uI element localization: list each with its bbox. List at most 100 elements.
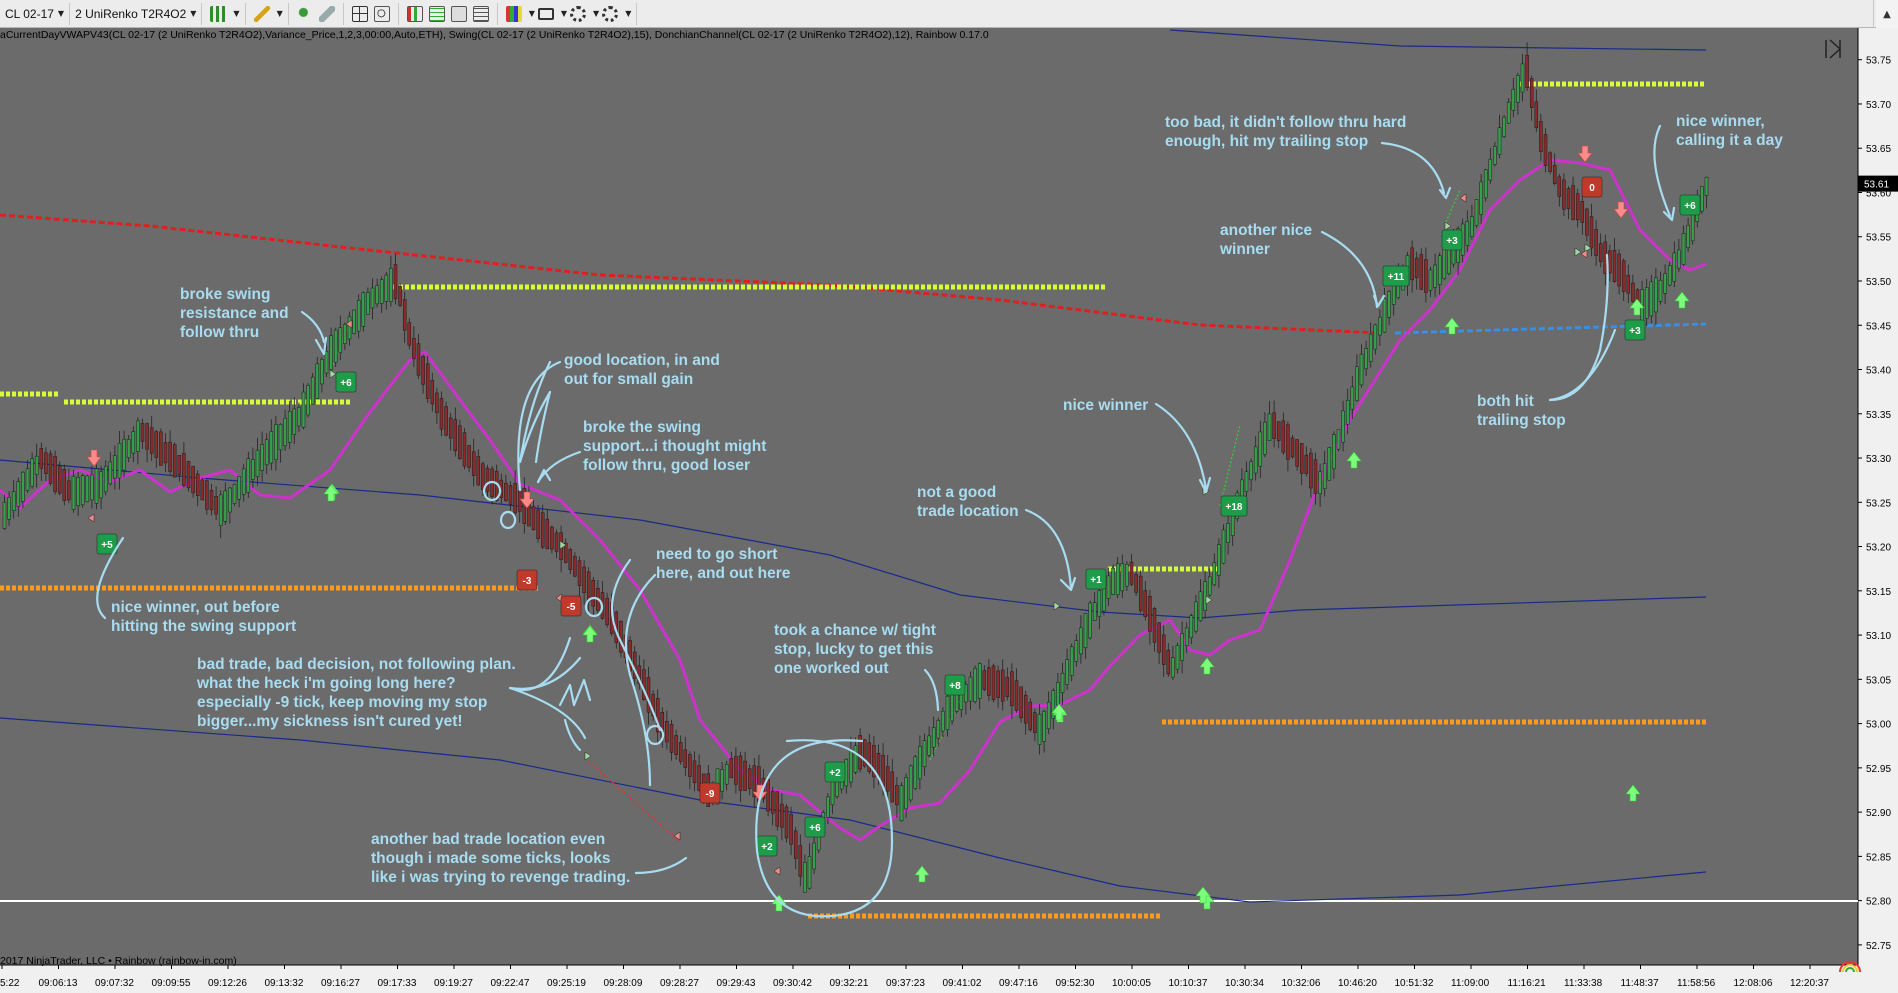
down-candle [775,791,780,827]
up-candle [347,316,352,340]
up-candle [297,407,301,427]
up-candle [1065,659,1069,685]
annotation-line: broke the swing [583,419,701,436]
up-candle [1111,567,1115,595]
down-candle [780,803,784,828]
annotation-text: nice winner [1063,397,1148,414]
down-candle [895,785,899,806]
up-candle [352,309,356,334]
annotation-line: support...i thought might [583,438,766,455]
x-tick-label: 09:06:13 [39,978,78,989]
annotation-line: resistance and [180,305,289,322]
y-tick-label: 53.35 [1866,410,1891,421]
up-candle [1364,348,1368,370]
up-candle [278,424,283,451]
x-tick-label: 09:25:19 [547,978,586,989]
down-candle [508,485,513,505]
down-candle [462,432,467,467]
x-tick-label: 11:48:37 [1621,978,1660,989]
trade-badge: -3 [516,569,538,591]
down-candle [1019,686,1023,719]
up-candle [1336,429,1341,450]
up-candle [830,780,835,806]
up-candle [1663,273,1667,294]
trade-badge-label: +6 [809,823,821,834]
down-candle [191,466,195,494]
up-candle [1382,298,1387,333]
up-candle [343,324,347,344]
y-tick-label: 53.40 [1866,366,1891,377]
up-candle [366,292,370,315]
down-candle [1571,185,1575,221]
x-tick-label: 09:30:42 [773,978,812,989]
up-candle [264,439,269,466]
price-chart[interactable]: +6 +5 -3 -5 -9 +2 +6 +2 +8 +1 +18 +11 +3 0 +3 +6 broke … [0,0,1898,993]
up-candle [136,420,140,452]
up-candle [1350,386,1355,410]
up-candle [1226,522,1230,543]
up-candle [1378,316,1382,336]
down-candle [53,456,57,492]
trade-badge: +2 [824,761,846,783]
up-candle [918,745,922,780]
up-candle [85,475,90,502]
up-candle [1318,471,1322,495]
down-candle [738,755,743,791]
down-candle [540,512,545,548]
up-candle [927,735,931,756]
down-candle [195,473,200,496]
down-candle [1138,575,1143,612]
x-tick-label: 09:09:55 [152,978,191,989]
trade-badge-label: +5 [101,540,113,551]
trade-badge: +6 [1679,194,1701,216]
trade-badge-label: +3 [1446,236,1458,247]
up-candle [1322,463,1327,489]
up-candle [117,443,122,479]
down-candle [991,665,996,701]
up-candle [1677,249,1681,269]
up-candle [1194,601,1198,632]
up-candle [274,424,278,460]
up-candle [30,458,34,487]
down-candle [987,667,991,696]
up-candle [1120,563,1125,592]
up-candle [80,475,85,506]
down-candle [425,363,430,399]
down-candle [1589,216,1594,249]
annotation-line: especially -9 tick, keep moving my stop [197,694,487,711]
up-candle [370,287,375,309]
down-candle [1157,622,1161,653]
down-candle [550,526,554,550]
up-candle [1355,366,1359,402]
up-candle [21,471,25,502]
y-tick-label: 53.45 [1866,321,1891,332]
down-candle [1525,54,1529,88]
trade-badge: +3 [1441,229,1463,251]
up-candle [1345,400,1350,425]
annotation-line: trailing stop [1477,412,1566,429]
down-candle [467,445,471,468]
down-candle [573,556,577,577]
down-candle [1608,250,1612,274]
down-candle [577,560,582,586]
annotation-line: follow thru [180,324,259,341]
down-candle [1299,443,1304,474]
down-candle [1552,164,1557,184]
up-candle [853,745,858,773]
annotation-line: what the heck i'm going long here? [196,675,456,692]
down-candle [154,431,159,458]
down-candle [674,735,678,756]
trade-badge-label: +6 [340,378,352,389]
up-candle [1079,627,1083,655]
down-candle [168,441,172,472]
down-candle [876,752,881,778]
down-candle [62,469,67,501]
trade-badge-label: +6 [1684,201,1696,212]
annotation-line: like i was trying to revenge trading. [371,869,630,886]
up-candle [223,490,228,522]
up-candle [1217,544,1221,576]
down-candle [729,758,734,779]
up-candle [1263,421,1267,455]
down-candle [149,427,154,454]
up-candle [122,438,126,471]
